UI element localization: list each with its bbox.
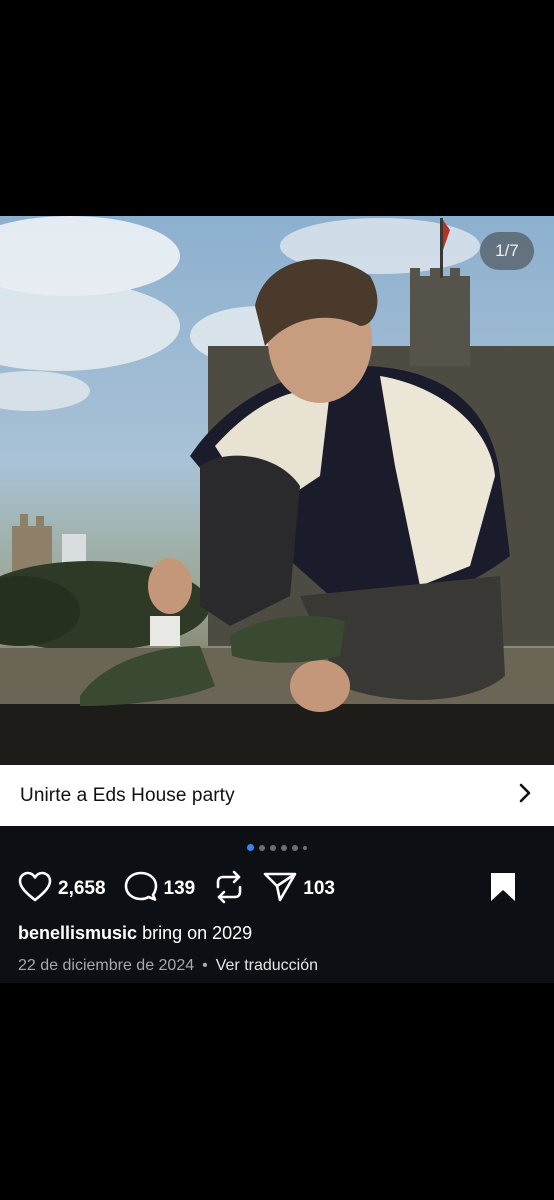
comment-count: 139 xyxy=(163,878,196,899)
photo-illustration xyxy=(0,216,554,765)
share-button[interactable]: 103 xyxy=(263,871,335,908)
post-photo[interactable]: 1/7 xyxy=(0,216,554,765)
action-bar: 2,658 139 103 xyxy=(18,870,534,908)
repost-icon xyxy=(213,870,245,909)
join-party-banner[interactable]: Unirte a Eds House party xyxy=(0,765,554,826)
repost-button[interactable] xyxy=(213,870,245,909)
carousel-dot xyxy=(270,844,276,851)
save-button[interactable] xyxy=(490,872,516,907)
carousel-dot xyxy=(303,845,307,850)
post-meta: 22 de diciembre de 2024 • Ver traducción xyxy=(18,957,318,975)
comment-icon xyxy=(124,871,158,908)
share-count: 103 xyxy=(303,878,335,899)
meta-separator: • xyxy=(202,957,208,974)
image-counter-badge: 1/7 xyxy=(480,232,534,270)
see-translation-link[interactable]: Ver traducción xyxy=(216,957,318,974)
like-button[interactable]: 2,658 xyxy=(18,871,106,908)
party-label: Unirte a Eds House party xyxy=(20,784,235,806)
heart-icon xyxy=(18,871,52,908)
like-count: 2,658 xyxy=(58,878,106,899)
send-icon xyxy=(263,871,297,908)
carousel-dot xyxy=(292,844,298,851)
post-date: 22 de diciembre de 2024 xyxy=(18,957,195,974)
carousel-dots xyxy=(0,844,554,851)
bookmark-icon xyxy=(490,872,516,907)
carousel-dot xyxy=(281,844,287,851)
caption-username[interactable]: benellismusic xyxy=(18,923,137,943)
post-caption: benellismusic bring on 2029 xyxy=(18,923,252,944)
chevron-right-icon xyxy=(518,783,532,808)
carousel-dot-active xyxy=(247,844,254,851)
post-footer: 2,658 139 103 benellismusic bring on 202… xyxy=(0,826,554,983)
comment-button[interactable]: 139 xyxy=(124,871,196,908)
caption-text: bring on 2029 xyxy=(137,923,253,943)
carousel-dot xyxy=(259,844,265,851)
